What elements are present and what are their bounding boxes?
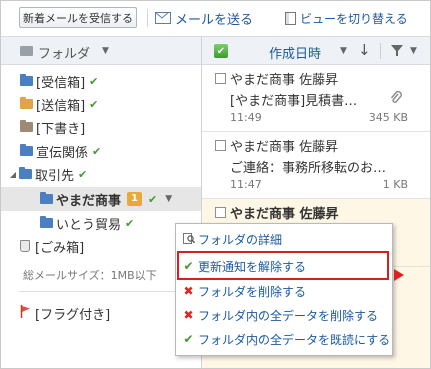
total-mail-size: 総メールサイズ：1MB以下: [23, 269, 157, 282]
mail-time: 11:49: [230, 111, 262, 124]
checkmark-icon: ✔: [183, 259, 194, 273]
folder-pane-header: フォルダ ▼: [1, 36, 201, 65]
mail-checkbox[interactable]: [215, 73, 226, 84]
menu-item-label: フォルダの詳細: [198, 232, 283, 247]
view-label: ビューを切り替える: [300, 11, 408, 26]
collapse-triangle-icon[interactable]: ◢: [7, 170, 19, 179]
sort-field-label[interactable]: 作成日時: [269, 43, 321, 62]
unread-count-badge: 1: [127, 192, 142, 206]
mail-item[interactable]: やまだ商事 佐藤昇 [やまだ商事]見積書… 11:49 345 KB: [202, 65, 430, 132]
mail-subject: [やまだ商事]見積書…: [230, 94, 358, 109]
compose-label: メールを送る: [175, 12, 254, 28]
folder-label: 取引先: [35, 168, 75, 184]
mail-sender: やまだ商事 佐藤昇: [230, 207, 339, 222]
folder-label: やまだ商事: [56, 193, 122, 209]
menu-item-label: フォルダを削除する: [198, 284, 307, 299]
checkmark-icon: ✔: [78, 167, 88, 181]
filter-chevron-down-icon[interactable]: ▼: [410, 46, 417, 56]
menu-item-delete-folder[interactable]: ✖ フォルダを削除する: [182, 280, 306, 302]
folder-trash[interactable]: [ごみ箱]: [20, 235, 84, 257]
envelope-icon: [155, 12, 171, 24]
toolbar-separator: [147, 9, 148, 27]
folder-tree: [受信箱] ✔ [送信箱] ✔ [下書き] 宣伝関係 ✔ ◢ 取引先 ✔ やまだ…: [1, 65, 201, 368]
mail-item[interactable]: やまだ商事 佐藤昇 ご連絡：事務所移転のお… 11:47 1 KB: [202, 132, 430, 199]
header-separator: [380, 43, 381, 59]
checkmark-icon: ✔: [89, 97, 99, 111]
folder-label: [受信箱]: [36, 75, 86, 91]
red-pointer-arrow-icon: [394, 269, 404, 284]
folder-header-icon: [20, 46, 33, 56]
trash-icon: [20, 240, 30, 252]
folder-sent[interactable]: [送信箱] ✔: [20, 93, 98, 115]
view-icon: [285, 11, 296, 25]
section-divider: [19, 291, 201, 292]
folder-icon: [20, 97, 33, 109]
mail-checkbox[interactable]: [215, 207, 226, 218]
filter-icon[interactable]: [390, 43, 404, 60]
menu-item-disable-update-notification[interactable]: ✔ 更新通知を解除する: [182, 255, 306, 277]
sort-chevron-down-icon[interactable]: ▼: [340, 46, 347, 56]
menu-item-mark-all-read[interactable]: ✔ フォルダ内の全データを既読にする: [182, 328, 390, 350]
folder-icon: [40, 192, 53, 204]
folder-icon: [19, 167, 32, 179]
sort-order-icon[interactable]: ↓: [358, 41, 371, 59]
menu-item-label: フォルダ内の全データを削除する: [198, 308, 379, 323]
delete-x-icon: ✖: [183, 308, 194, 322]
switch-view-link[interactable]: ビューを切り替える: [285, 8, 408, 28]
folder-context-menu: フォルダの詳細 ✔ 更新通知を解除する ✖ フォルダを削除する ✖ フォルダ内の…: [175, 223, 393, 356]
folder-label: [送信箱]: [36, 98, 86, 114]
compose-mail-link[interactable]: メールを送る: [155, 8, 253, 28]
menu-item-label: 更新通知を解除する: [198, 259, 307, 274]
paperclip-icon: [390, 90, 402, 108]
delete-x-icon: ✖: [183, 284, 194, 298]
folder-icon: [40, 216, 53, 228]
checkmark-icon: ✔: [92, 144, 102, 158]
folder-label: [下書き]: [36, 121, 86, 137]
mail-sender: やまだ商事 佐藤昇: [230, 140, 339, 155]
folder-ito[interactable]: いとう貿易 ✔: [40, 212, 134, 234]
folder-menu-chevron-icon[interactable]: ▼: [165, 194, 172, 204]
mail-app-window: 新着メールを受信する メールを送る ビューを切り替える フォルダ ▼ ✔ 作成日…: [0, 0, 431, 369]
mail-sender: やまだ商事 佐藤昇: [230, 73, 339, 88]
menu-item-delete-all-data[interactable]: ✖ フォルダ内の全データを削除する: [182, 304, 378, 326]
folder-yamada[interactable]: やまだ商事 1 ✔ ▼: [40, 188, 172, 210]
mail-subject: ご連絡：事務所移転のお…: [230, 161, 387, 176]
folder-icon: [20, 74, 33, 86]
folder-icon: [20, 120, 33, 132]
mail-list-header: ✔ 作成日時 ▼ ↓ ▼: [202, 36, 430, 65]
checkmark-icon: ✔: [125, 216, 135, 230]
chevron-down-icon[interactable]: ▼: [102, 46, 109, 56]
folder-advertising[interactable]: 宣伝関係 ✔: [20, 140, 101, 162]
toolbar: 新着メールを受信する メールを送る ビューを切り替える: [1, 1, 430, 35]
folder-label: [フラグ付き]: [35, 307, 111, 323]
menu-item-folder-details[interactable]: フォルダの詳細: [182, 228, 282, 250]
folder-header-label: フォルダ: [38, 47, 91, 62]
folder-details-icon: [182, 232, 195, 247]
folder-label: いとう貿易: [56, 217, 122, 233]
menu-item-label: フォルダ内の全データを既読にする: [198, 332, 391, 347]
mail-size: 1 KB: [382, 178, 408, 191]
mail-checkbox[interactable]: [215, 140, 226, 151]
flag-icon: [20, 304, 30, 322]
folder-drafts[interactable]: [下書き]: [20, 116, 85, 138]
mail-time: 11:47: [230, 178, 262, 191]
folder-inbox[interactable]: [受信箱] ✔: [20, 70, 98, 92]
mark-read-icon: ✔: [183, 332, 194, 346]
checkmark-icon: ✔: [147, 192, 158, 206]
folder-clients[interactable]: ◢ 取引先 ✔: [7, 163, 87, 185]
select-all-checkbox[interactable]: ✔: [214, 44, 228, 58]
folder-icon: [20, 144, 33, 156]
folder-flagged[interactable]: [フラグ付き]: [20, 302, 110, 324]
folder-label: 宣伝関係: [36, 145, 89, 161]
mail-size: 345 KB: [368, 111, 408, 124]
checkmark-icon: ✔: [89, 74, 99, 88]
folder-label: [ごみ箱]: [35, 240, 85, 256]
receive-mail-button[interactable]: 新着メールを受信する: [19, 7, 137, 28]
